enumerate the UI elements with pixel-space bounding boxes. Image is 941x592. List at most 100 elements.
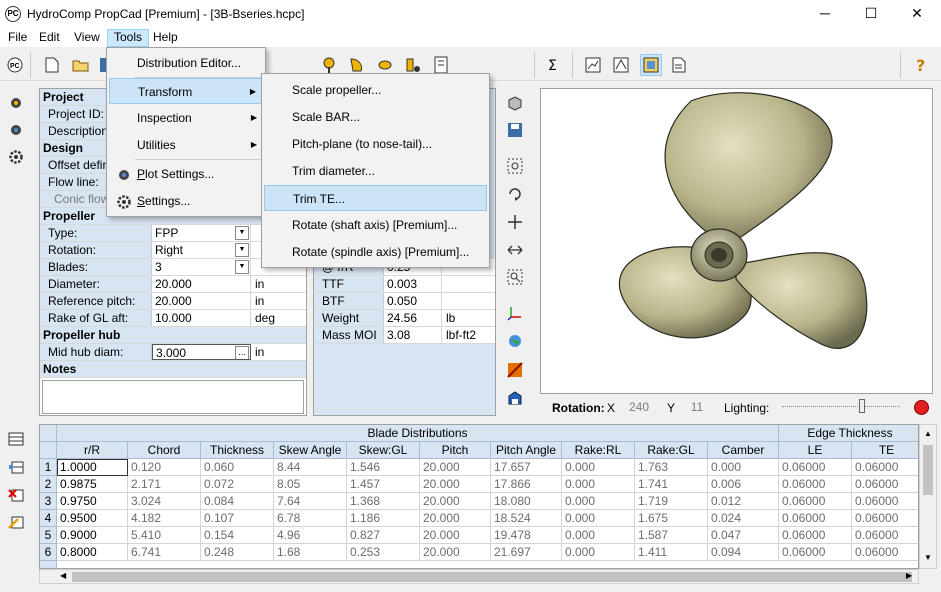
table-cell[interactable]: 0.06000 bbox=[779, 510, 852, 527]
sum-icon[interactable]: Σ bbox=[546, 56, 564, 74]
table-cell[interactable]: 1.411 bbox=[635, 544, 708, 561]
ellipsis-button[interactable]: ... bbox=[235, 346, 249, 359]
table-cell[interactable]: 1.587 bbox=[635, 527, 708, 544]
table-cell[interactable]: 0.120 bbox=[128, 459, 201, 476]
table-cell[interactable]: 0.827 bbox=[347, 527, 420, 544]
table-cell[interactable]: 0.9875 bbox=[57, 476, 128, 493]
table-cell[interactable]: 6.78 bbox=[274, 510, 347, 527]
row-number[interactable]: 6 bbox=[40, 544, 57, 561]
diameter-field[interactable]: 20.000 bbox=[152, 276, 251, 292]
table-cell[interactable]: 0.06000 bbox=[852, 544, 918, 561]
close-button[interactable]: ✕ bbox=[894, 0, 940, 29]
row-number[interactable] bbox=[40, 561, 57, 568]
scroll-thumb[interactable] bbox=[72, 572, 912, 582]
row-number[interactable]: 2 bbox=[40, 476, 57, 493]
table-cell[interactable]: 0.000 bbox=[708, 459, 779, 476]
row-number[interactable]: 3 bbox=[40, 493, 57, 510]
rotation-x-field[interactable]: 240 bbox=[620, 399, 658, 416]
table-cell[interactable]: 0.000 bbox=[562, 510, 635, 527]
table-cell[interactable]: 0.107 bbox=[201, 510, 274, 527]
insert-row-icon[interactable] bbox=[7, 458, 25, 476]
table-cell[interactable]: 1.186 bbox=[347, 510, 420, 527]
scroll-up-icon[interactable]: ▲ bbox=[924, 429, 932, 438]
column-header[interactable]: Rake:GL bbox=[635, 442, 708, 459]
table-cell[interactable]: 0.06000 bbox=[852, 493, 918, 510]
table-cell[interactable]: 0.06000 bbox=[779, 459, 852, 476]
table-cell[interactable]: 20.000 bbox=[420, 527, 491, 544]
arrows-horizontal-icon[interactable] bbox=[506, 241, 524, 259]
table-cell[interactable]: 20.000 bbox=[420, 459, 491, 476]
table-cell[interactable]: 20.000 bbox=[420, 544, 491, 561]
table-cell[interactable]: 1.675 bbox=[635, 510, 708, 527]
table-cell[interactable]: 2.171 bbox=[128, 476, 201, 493]
help-icon[interactable]: ? bbox=[912, 56, 930, 74]
column-header[interactable]: Pitch Angle bbox=[491, 442, 562, 459]
table-cell[interactable]: 21.697 bbox=[491, 544, 562, 561]
menu-item-settings[interactable]: Settings... bbox=[109, 188, 263, 214]
menu-item-utilities[interactable]: Utilities ▶ bbox=[109, 132, 263, 158]
settings-design-icon[interactable] bbox=[7, 121, 25, 139]
table-cell[interactable]: 0.06000 bbox=[852, 510, 918, 527]
table-cell[interactable]: 17.657 bbox=[491, 459, 562, 476]
minimize-button[interactable]: ─ bbox=[802, 0, 848, 29]
chevron-down-icon[interactable]: ▼ bbox=[235, 243, 249, 257]
plot-icon[interactable] bbox=[612, 56, 630, 74]
table-cell[interactable]: 0.084 bbox=[201, 493, 274, 510]
menu-item-rotate-spindle[interactable]: Rotate (spindle axis) [Premium]... bbox=[264, 239, 487, 265]
column-header[interactable]: Rake:RL bbox=[562, 442, 635, 459]
propeller-tool-icon[interactable] bbox=[320, 56, 338, 74]
table-cell[interactable]: 0.024 bbox=[708, 510, 779, 527]
table-view-icon[interactable] bbox=[7, 430, 25, 448]
column-header[interactable]: Thickness bbox=[201, 442, 274, 459]
box-icon[interactable] bbox=[506, 389, 524, 407]
table-cell[interactable]: 0.094 bbox=[708, 544, 779, 561]
row-number[interactable]: 5 bbox=[40, 527, 57, 544]
menu-file[interactable]: File bbox=[2, 29, 33, 47]
lighting-slider-thumb[interactable] bbox=[859, 399, 865, 413]
table-cell[interactable]: 8.05 bbox=[274, 476, 347, 493]
column-header[interactable]: Camber bbox=[708, 442, 779, 459]
chevron-down-icon[interactable]: ▼ bbox=[235, 226, 249, 240]
table-cell[interactable]: 1.719 bbox=[635, 493, 708, 510]
table-horizontal-scrollbar[interactable]: ◀ ▶ bbox=[39, 569, 919, 584]
table-cell[interactable]: 0.8000 bbox=[57, 544, 128, 561]
table-vertical-scrollbar[interactable]: ▲ ▼ bbox=[919, 424, 937, 569]
row-number[interactable]: 4 bbox=[40, 510, 57, 527]
table-cell[interactable]: 8.44 bbox=[274, 459, 347, 476]
gear-icon[interactable] bbox=[7, 148, 25, 166]
table-cell[interactable]: 0.006 bbox=[708, 476, 779, 493]
chevron-down-icon[interactable]: ▼ bbox=[235, 260, 249, 274]
menu-item-inspection[interactable]: Inspection ▶ bbox=[109, 105, 263, 131]
table-cell[interactable]: 0.072 bbox=[201, 476, 274, 493]
menu-item-scale-bar[interactable]: Scale BAR... bbox=[264, 104, 487, 130]
report-tool-icon[interactable] bbox=[432, 56, 450, 74]
blade-tool-icon[interactable] bbox=[348, 56, 366, 74]
table-cell[interactable]: 17.866 bbox=[491, 476, 562, 493]
new-file-icon[interactable] bbox=[43, 56, 61, 74]
table-cell[interactable]: 1.763 bbox=[635, 459, 708, 476]
table-cell[interactable]: 6.741 bbox=[128, 544, 201, 561]
rake-field[interactable]: 10.000 bbox=[152, 310, 251, 326]
pan-icon[interactable] bbox=[506, 213, 524, 231]
column-header[interactable]: Chord bbox=[128, 442, 201, 459]
notes-textarea[interactable] bbox=[42, 380, 304, 414]
hub-diam-field[interactable]: 3.000 ... bbox=[152, 344, 251, 360]
table-cell[interactable]: 4.182 bbox=[128, 510, 201, 527]
menu-item-trim-diameter[interactable]: Trim diameter... bbox=[264, 158, 487, 184]
table-cell[interactable]: 0.06000 bbox=[852, 476, 918, 493]
column-header[interactable]: r/R bbox=[57, 442, 128, 459]
menu-item-transform[interactable]: Transform ▶ bbox=[109, 78, 263, 104]
settings-project-icon[interactable] bbox=[7, 94, 25, 112]
zoom-fit-icon[interactable] bbox=[506, 157, 524, 175]
table-cell[interactable]: 0.012 bbox=[708, 493, 779, 510]
scroll-thumb[interactable] bbox=[923, 445, 933, 495]
table-cell[interactable]: 0.06000 bbox=[779, 493, 852, 510]
chart-icon[interactable] bbox=[584, 56, 602, 74]
reference-pitch-field[interactable]: 20.000 bbox=[152, 293, 251, 309]
table-cell[interactable]: 0.000 bbox=[562, 476, 635, 493]
lighting-slider-track[interactable] bbox=[782, 406, 900, 408]
table-cell[interactable]: 0.253 bbox=[347, 544, 420, 561]
table-cell[interactable]: 0.06000 bbox=[852, 527, 918, 544]
column-header[interactable]: LE bbox=[779, 442, 852, 459]
table-cell[interactable]: 0.06000 bbox=[779, 527, 852, 544]
